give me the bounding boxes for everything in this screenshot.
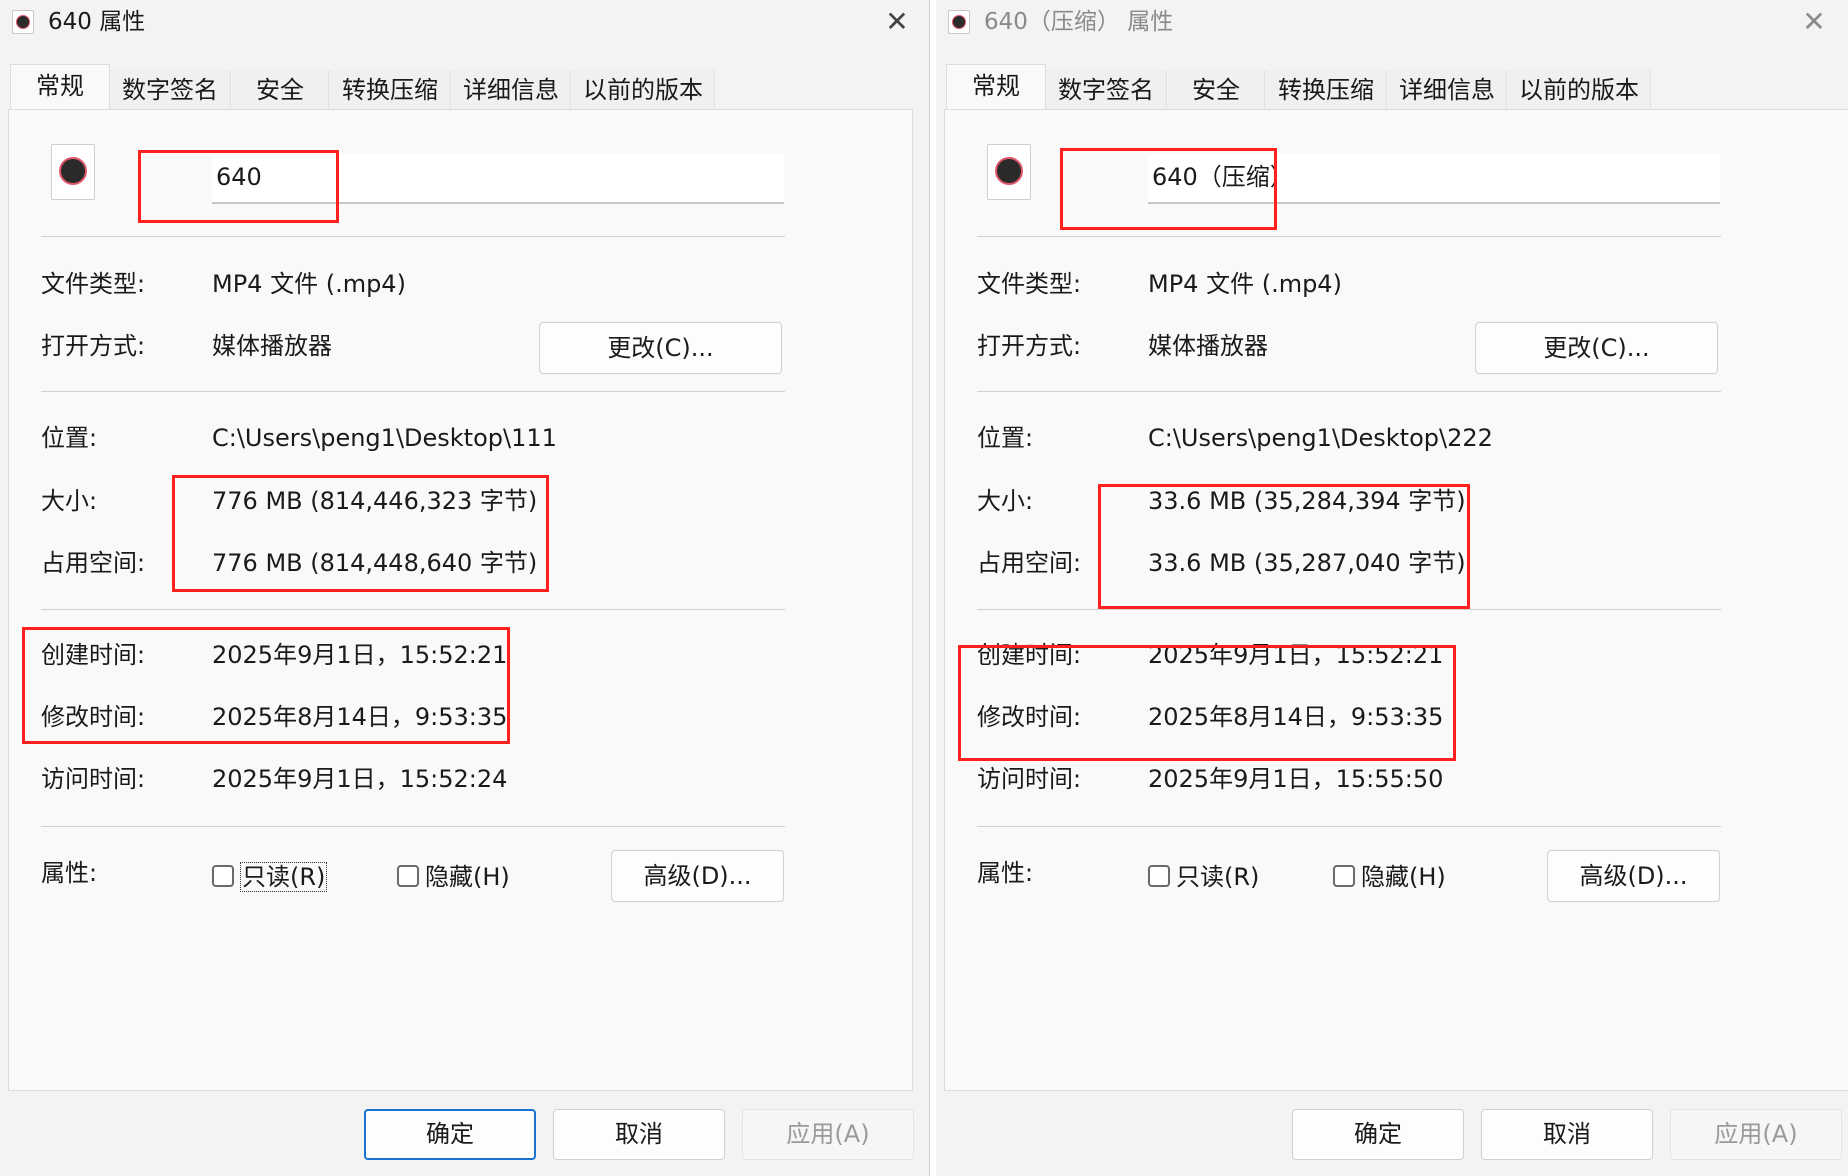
readonly-checkbox-label: 只读(R) xyxy=(1176,863,1260,891)
change-button[interactable]: 更改(C)... xyxy=(1475,322,1718,374)
size-label: 大小: xyxy=(41,487,98,515)
ok-button[interactable]: 确定 xyxy=(1292,1109,1464,1160)
title-bar[interactable]: 640 属性 ✕ xyxy=(0,0,929,48)
readonly-checkbox[interactable]: 只读(R) xyxy=(212,860,328,894)
created-value: 2025年9月1日，15:52:21 xyxy=(1148,641,1444,669)
apply-button[interactable]: 应用(A) xyxy=(1670,1109,1842,1160)
size-on-disk-value: 776 MB (814,448,640 字节) xyxy=(212,549,538,577)
attributes-label: 属性: xyxy=(41,859,98,887)
created-label: 创建时间: xyxy=(41,641,146,669)
checkbox-box[interactable] xyxy=(212,865,234,887)
file-type-value: MP4 文件 (.mp4) xyxy=(212,270,406,298)
video-file-icon xyxy=(12,10,34,34)
attributes-label: 属性: xyxy=(977,859,1034,887)
readonly-checkbox[interactable]: 只读(R) xyxy=(1148,860,1259,894)
video-file-icon xyxy=(987,144,1031,200)
general-panel: 640（压缩） 文件类型: MP4 文件 (.mp4) 打开方式: 媒体播放器 … xyxy=(944,109,1848,1091)
separator xyxy=(977,391,1721,392)
location-value: C:\Users\peng1\Desktop\111 xyxy=(212,424,557,452)
location-label: 位置: xyxy=(977,424,1034,452)
size-on-disk-label: 占用空间: xyxy=(977,549,1082,577)
video-file-icon xyxy=(51,144,95,200)
created-label: 创建时间: xyxy=(977,641,1082,669)
advanced-button[interactable]: 高级(D)... xyxy=(611,850,784,902)
open-with-value: 媒体播放器 xyxy=(1148,332,1268,360)
window-title: 640（压缩） 属性 xyxy=(984,9,1174,35)
separator xyxy=(41,609,785,610)
size-value: 776 MB (814,446,323 字节) xyxy=(212,487,538,515)
accessed-label: 访问时间: xyxy=(977,765,1082,793)
readonly-checkbox-label: 只读(R) xyxy=(240,862,328,892)
properties-window-640-compressed: 640（压缩） 属性 ✕ 常规 数字签名 安全 转换压缩 详细信息 以前的版本 … xyxy=(936,0,1848,1176)
tab-digital-signature[interactable]: 数字签名 xyxy=(1046,70,1167,110)
window-title: 640 属性 xyxy=(48,9,146,35)
location-value: C:\Users\peng1\Desktop\222 xyxy=(1148,424,1493,452)
separator xyxy=(977,609,1721,610)
file-name-input[interactable]: 640 xyxy=(212,154,784,204)
modified-label: 修改时间: xyxy=(977,703,1082,731)
ok-button[interactable]: 确定 xyxy=(364,1109,536,1160)
checkbox-box[interactable] xyxy=(1148,865,1170,887)
cancel-button[interactable]: 取消 xyxy=(553,1109,725,1160)
open-with-value: 媒体播放器 xyxy=(212,332,332,360)
separator xyxy=(41,391,785,392)
file-type-label: 文件类型: xyxy=(41,270,146,298)
accessed-value: 2025年9月1日，15:55:50 xyxy=(1148,765,1444,793)
separator xyxy=(41,826,785,827)
tab-general[interactable]: 常规 xyxy=(10,64,110,111)
tab-convert-compress[interactable]: 转换压缩 xyxy=(1266,70,1387,110)
properties-window-640: 640 属性 ✕ 常规 数字签名 安全 转换压缩 详细信息 以前的版本 640 … xyxy=(0,0,930,1176)
change-button[interactable]: 更改(C)... xyxy=(539,322,782,374)
hidden-checkbox-label: 隐藏(H) xyxy=(425,863,510,891)
modified-value: 2025年8月14日，9:53:35 xyxy=(1148,703,1444,731)
file-type-label: 文件类型: xyxy=(977,270,1082,298)
file-name-input[interactable]: 640（压缩） xyxy=(1148,154,1720,204)
checkbox-box[interactable] xyxy=(397,865,419,887)
modified-value: 2025年8月14日，9:53:35 xyxy=(212,703,508,731)
tab-security[interactable]: 安全 xyxy=(1168,70,1265,110)
size-on-disk-value: 33.6 MB (35,287,040 字节) xyxy=(1148,549,1466,577)
separator xyxy=(41,236,785,237)
size-on-disk-label: 占用空间: xyxy=(41,549,146,577)
advanced-button[interactable]: 高级(D)... xyxy=(1547,850,1720,902)
title-bar[interactable]: 640（压缩） 属性 ✕ xyxy=(936,0,1848,48)
created-value: 2025年9月1日，15:52:21 xyxy=(212,641,508,669)
hidden-checkbox[interactable]: 隐藏(H) xyxy=(1333,860,1446,894)
cancel-button[interactable]: 取消 xyxy=(1481,1109,1653,1160)
separator xyxy=(977,826,1721,827)
tab-previous-versions[interactable]: 以前的版本 xyxy=(1508,70,1651,110)
modified-label: 修改时间: xyxy=(41,703,146,731)
tab-digital-signature[interactable]: 数字签名 xyxy=(110,70,231,110)
open-with-label: 打开方式: xyxy=(41,332,146,360)
hidden-checkbox-label: 隐藏(H) xyxy=(1361,863,1446,891)
tab-general[interactable]: 常规 xyxy=(946,64,1046,111)
general-panel: 640 文件类型: MP4 文件 (.mp4) 打开方式: 媒体播放器 更改(C… xyxy=(8,109,913,1091)
close-icon[interactable]: ✕ xyxy=(875,2,919,42)
checkbox-box[interactable] xyxy=(1333,865,1355,887)
hidden-checkbox[interactable]: 隐藏(H) xyxy=(397,860,510,894)
tab-convert-compress[interactable]: 转换压缩 xyxy=(330,70,451,110)
file-type-value: MP4 文件 (.mp4) xyxy=(1148,270,1342,298)
location-label: 位置: xyxy=(41,424,98,452)
accessed-label: 访问时间: xyxy=(41,765,146,793)
open-with-label: 打开方式: xyxy=(977,332,1082,360)
separator xyxy=(977,236,1721,237)
apply-button[interactable]: 应用(A) xyxy=(742,1109,914,1160)
tab-previous-versions[interactable]: 以前的版本 xyxy=(572,70,715,110)
size-label: 大小: xyxy=(977,487,1034,515)
close-icon[interactable]: ✕ xyxy=(1792,2,1836,42)
tab-security[interactable]: 安全 xyxy=(232,70,329,110)
tab-details[interactable]: 详细信息 xyxy=(1388,70,1507,110)
accessed-value: 2025年9月1日，15:52:24 xyxy=(212,765,508,793)
video-file-icon xyxy=(948,10,970,34)
size-value: 33.6 MB (35,284,394 字节) xyxy=(1148,487,1466,515)
tab-details[interactable]: 详细信息 xyxy=(452,70,571,110)
